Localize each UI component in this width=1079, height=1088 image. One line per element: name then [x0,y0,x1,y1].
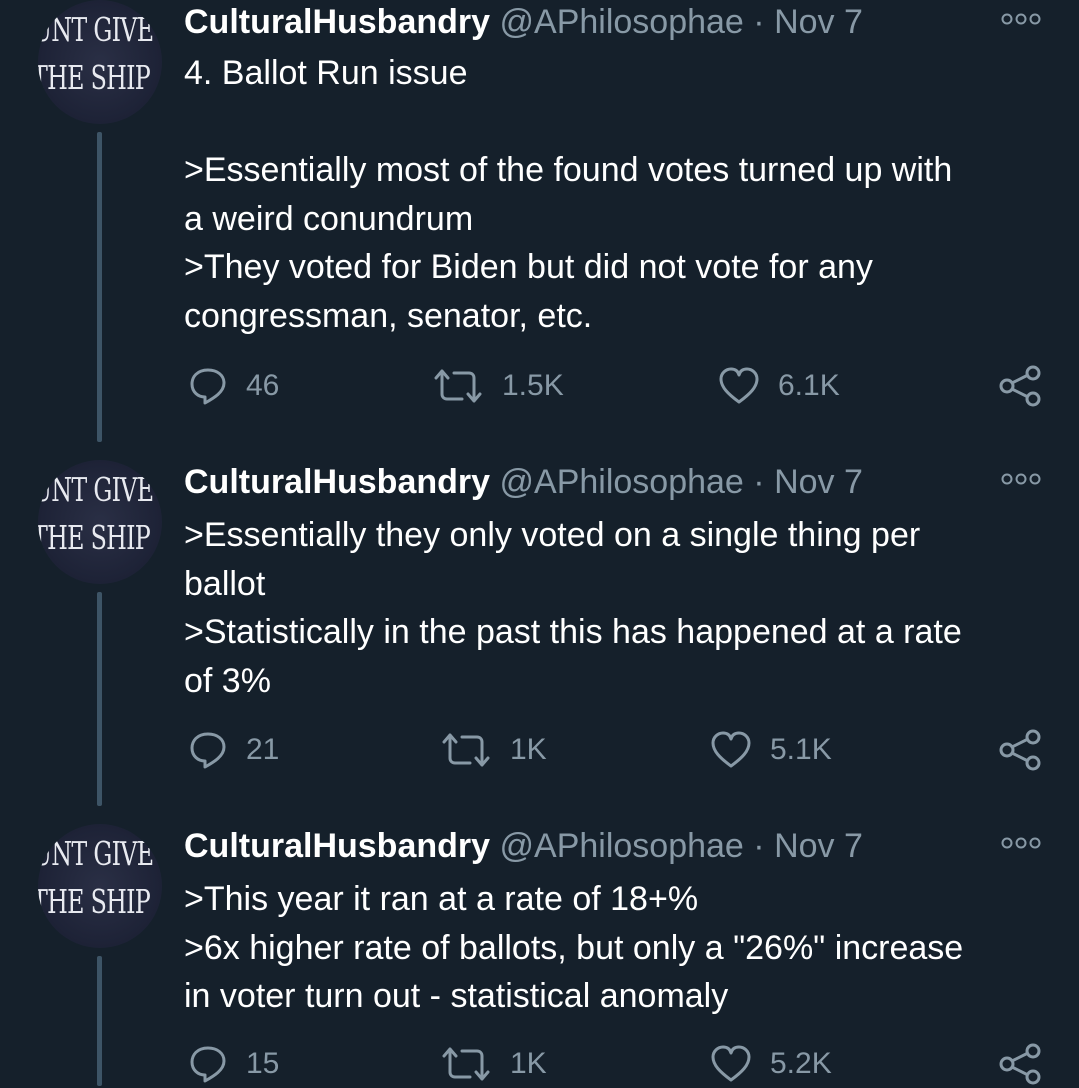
avatar-text-line1: UNT GIVE [38,10,154,49]
reply-count: 15 [246,1047,280,1080]
tweet-text-line: a weird conundrum [184,199,474,238]
retweet-icon [442,1047,490,1081]
avatar-text-line1: UNT GIVE [38,470,154,509]
tweet-text: >This year it ran at a rate of 18+% >6x … [184,875,1044,1021]
avatar[interactable]: UNT GIVE THE SHIP [38,0,162,124]
tweet-actions: 15 1K 5.2K [0,1040,1079,1088]
user-handle[interactable]: @APhilosophae [500,3,744,41]
retweet-icon [434,369,482,403]
share-icon [999,1043,1041,1085]
like-count: 5.2K [770,1047,832,1080]
tweet-actions: 46 1.5K 6.1K [0,362,1079,410]
reply-button[interactable]: 46 [188,362,279,410]
tweet-text: 4. Ballot Run issue >Essentially most of… [184,49,1044,340]
avatar-text-line2: THE SHIP [38,58,151,97]
heart-icon [711,1045,751,1082]
like-count: 6.1K [778,369,840,402]
tweet-text-line: of 3% [184,661,271,700]
retweet-icon [442,733,490,767]
retweet-button[interactable]: 1K [440,1040,547,1088]
retweet-button[interactable]: 1.5K [432,362,564,410]
tweet-text-line: >Essentially most of the found votes tur… [184,151,953,189]
retweet-button[interactable]: 1K [440,726,547,774]
avatar[interactable]: UNT GIVE THE SHIP [38,460,162,584]
tweet-header: CulturalHusbandry @APhilosophae · Nov 7 [184,2,863,42]
like-button[interactable]: 5.2K [710,1040,832,1088]
retweet-count: 1K [510,733,547,766]
share-button[interactable] [998,1040,1042,1088]
tweet-text-line: >Statistically in the past this has happ… [184,613,962,651]
tweet-text-line: ballot [184,564,266,603]
retweet-count: 1K [510,1047,547,1080]
tweet-date[interactable]: Nov 7 [774,463,863,501]
tweet-text-line: congressman, senator, etc. [184,296,593,335]
more-options-icon[interactable] [1001,472,1041,486]
user-handle[interactable]: @APhilosophae [500,463,744,501]
like-count: 5.1K [770,733,832,766]
tweet-text-line: 4. Ballot Run issue [184,54,468,92]
tweet-text-line: in voter turn out - statistical anomaly [184,977,729,1015]
like-button[interactable]: 6.1K [718,362,840,410]
display-name[interactable]: CulturalHusbandry [184,463,490,501]
tweet-header: CulturalHusbandry @APhilosophae · Nov 7 [184,826,863,866]
separator-dot: · [753,827,765,865]
tweet-text: >Essentially they only voted on a single… [184,511,1044,705]
tweet-actions: 21 1K 5.1K [0,726,1079,774]
tweet-text-line: >Essentially they only voted on a single… [184,516,921,554]
avatar-text-line2: THE SHIP [38,882,151,921]
tweet-text-line: >6x higher rate of ballots, but only a "… [184,928,964,967]
tweet-date[interactable]: Nov 7 [774,3,863,41]
tweet-date[interactable]: Nov 7 [774,827,863,865]
avatar-text-line2: THE SHIP [38,518,151,557]
heart-icon [711,731,751,768]
avatar-text-line1: UNT GIVE [38,834,154,873]
reply-count: 46 [246,369,280,402]
heart-icon [719,367,759,404]
tweet-text-line [184,98,1044,147]
share-button[interactable] [998,362,1042,410]
avatar[interactable]: UNT GIVE THE SHIP [38,824,162,948]
reply-button[interactable]: 15 [188,1040,279,1088]
reply-icon [190,1046,226,1083]
display-name[interactable]: CulturalHusbandry [184,827,490,865]
separator-dot: · [753,3,765,41]
like-button[interactable]: 5.1K [710,726,832,774]
user-handle[interactable]: @APhilosophae [500,827,744,865]
separator-dot: · [753,463,765,501]
share-button[interactable] [998,726,1042,774]
more-options-icon[interactable] [1001,836,1041,850]
share-icon [999,729,1041,771]
retweet-count: 1.5K [502,369,564,402]
reply-button[interactable]: 21 [188,726,279,774]
display-name[interactable]: CulturalHusbandry [184,3,490,41]
reply-count: 21 [246,733,280,766]
reply-icon [190,368,226,405]
share-icon [999,365,1041,407]
tweet-text-line: >They voted for Biden but did not vote f… [184,248,873,286]
tweet-header: CulturalHusbandry @APhilosophae · Nov 7 [184,462,863,502]
more-options-icon[interactable] [1001,12,1041,26]
tweet-text-line: >This year it ran at a rate of 18+% [184,880,699,918]
reply-icon [190,732,226,769]
